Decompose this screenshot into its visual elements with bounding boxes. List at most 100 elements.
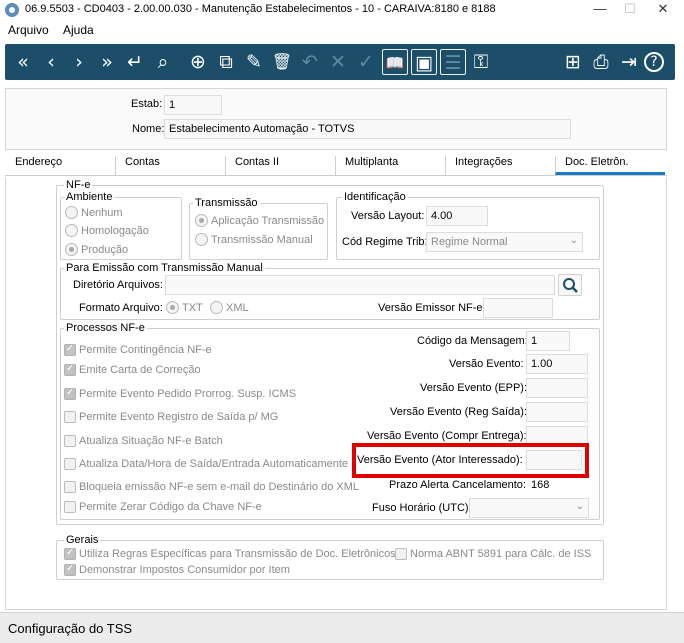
minimize-button[interactable]: — [585,0,615,20]
window-title: 06.9.5503 - CD0403 - 2.00.00.030 - Manut… [25,3,496,15]
check-demonstrar-impostos[interactable] [64,563,76,576]
transmissao-aplicacao-radio[interactable] [195,214,208,227]
tab-bar: Endereço Contas Contas II Multiplanta In… [5,152,667,176]
key-icon[interactable]: ⚿ [468,49,494,75]
delete-icon[interactable]: 🗑 [269,49,295,75]
next-record-icon[interactable]: › [66,49,92,75]
header-panel: Estab: 1 Nome: Estabelecimento Automação… [5,88,667,150]
check-zerar-codigo[interactable] [64,501,76,513]
diretorio-field[interactable] [165,275,555,295]
cod-regime-select[interactable]: Regime Normal ⌄ [426,232,583,252]
tree-icon[interactable]: ⊞ [560,49,586,75]
formato-txt-radio[interactable] [166,301,179,314]
nfe-group-title: NF-e [64,179,93,191]
check-emite-carta[interactable] [64,363,76,376]
versao-evento-epp-label: Versão Evento (EPP): [420,382,527,394]
estab-field[interactable]: 1 [164,95,222,115]
versao-layout-label: Versão Layout: [351,210,425,222]
ambiente-homologacao-radio[interactable] [65,224,78,237]
tab-endereco[interactable]: Endereço [5,156,115,175]
nome-label: Nome: [132,123,165,135]
search-icon[interactable]: ⌕ [150,49,176,75]
versao-evento-field[interactable]: 1.00 [526,354,588,374]
versao-evento-reg-saida-label: Versão Evento (Reg Saída): [390,406,527,418]
check-atualiza-data[interactable] [64,458,76,470]
diretorio-search-button[interactable] [558,274,582,296]
formato-xml-radio[interactable] [210,301,223,314]
tab-contas-ii[interactable]: Contas II [225,156,335,175]
status-bar: Configuração do TSS [0,612,684,643]
menu-ajuda[interactable]: Ajuda [63,23,94,37]
label-atualiza-situacao: Atualiza Situação NF-e Batch [79,435,223,447]
last-record-icon[interactable]: » [94,49,120,75]
cancel-icon[interactable]: ✕ [325,49,351,75]
first-record-icon[interactable]: « [10,49,36,75]
label-permite-contingencia: Permite Contingência NF-e [79,344,212,356]
versao-layout-field[interactable]: 4.00 [426,206,488,226]
transmissao-group [189,203,328,260]
label-demonstrar-impostos: Demonstrar Impostos Consumidor por Item [79,564,290,576]
check-permite-contingencia[interactable] [64,343,76,356]
book-icon[interactable]: 📖 [382,49,408,75]
label-bloqueia-emissao: Bloqueia emissão NF-e sem e-mail do Dest… [79,481,360,493]
ambiente-nenhum-radio[interactable] [65,206,78,219]
magnifier-icon [563,278,578,293]
goto-icon[interactable]: ↵ [122,49,148,75]
check-utiliza-regras[interactable] [64,547,76,560]
processos-title: Processos NF-e [64,322,147,334]
tab-contas[interactable]: Contas [115,156,225,175]
versao-emissor-field[interactable] [483,298,553,318]
versao-evento-compr-entrega-label: Versão Evento (Compr Entrega): [367,430,527,442]
app-icon [5,3,19,17]
transmissao-title: Transmissão [193,197,260,209]
previous-record-icon[interactable]: ‹ [38,49,64,75]
confirm-icon[interactable]: ✓ [353,49,379,75]
close-button[interactable]: ✕ [648,0,678,20]
prazo-alerta-label: Prazo Alerta Cancelamento: [389,479,526,491]
tab-integracoes[interactable]: Integrações [445,156,555,175]
nome-field[interactable]: Estabelecimento Automação - TOTVS [164,119,571,139]
versao-evento-reg-saida-field[interactable] [526,402,588,422]
check-norma-abnt[interactable] [395,548,407,560]
gerais-title: Gerais [64,534,101,546]
fuso-horario-select[interactable]: ⌄ [469,498,589,518]
check-evento-registro[interactable] [64,411,76,423]
ambiente-producao-radio[interactable] [65,243,78,256]
label-norma-abnt: Norma ABNT 5891 para Cálc. de ISS [410,548,592,560]
codigo-mensagem-field[interactable]: 1 [526,331,570,351]
versao-evento-epp-field[interactable] [526,378,588,398]
versao-evento-label: Versão Evento: [449,358,524,370]
highlight-box [352,443,589,478]
menu-bar: Arquivo Ajuda [0,20,684,40]
new-record-icon[interactable]: ⊕ [185,49,211,75]
undo-icon[interactable]: ↶ [297,49,323,75]
screen-icon[interactable]: ▣ [411,49,437,75]
maximize-button[interactable]: ☐ [615,0,645,20]
tab-doc-eletron[interactable]: Doc. Eletrôn. [555,156,665,175]
label-atualiza-data: Atualiza Data/Hora de Saída/Entrada Auto… [79,458,349,470]
menu-arquivo[interactable]: Arquivo [8,23,49,37]
label-zerar-codigo: Permite Zerar Código da Chave NF-e [79,501,262,513]
print-icon[interactable]: ⎙ [588,49,614,75]
transmissao-manual-radio[interactable] [195,233,208,246]
emissao-manual-title: Para Emissão com Transmissão Manual [64,262,265,274]
label-emite-carta: Emite Carta de Correção [79,364,201,376]
check-evento-prorrog[interactable] [64,387,76,400]
chevron-down-icon: ⌄ [575,501,584,512]
formato-txt-label: TXT [182,302,203,314]
filter-icon[interactable]: ☰ [440,49,466,75]
exit-icon[interactable]: ⇥ [616,49,642,75]
copy-record-icon[interactable]: ⧉ [213,49,239,75]
check-atualiza-situacao[interactable] [64,435,76,447]
check-bloqueia-emissao[interactable] [64,481,76,493]
help-icon[interactable]: ? [644,52,664,72]
cod-regime-value: Regime Normal [431,236,508,248]
label-evento-registro: Permite Evento Registro de Saída p/ MG [79,411,279,423]
codigo-mensagem-label: Código da Mensagem: [417,335,528,347]
prazo-alerta-field[interactable]: 168 [526,475,580,495]
edit-record-icon[interactable]: ✎ [241,49,267,75]
tab-multiplanta[interactable]: Multiplanta [335,156,445,175]
cod-regime-label: Cód Regime Trib: [342,236,428,248]
label-evento-prorrog: Permite Evento Pedido Prorrog. Susp. ICM… [79,388,297,400]
status-text: Configuração do TSS [8,621,133,636]
